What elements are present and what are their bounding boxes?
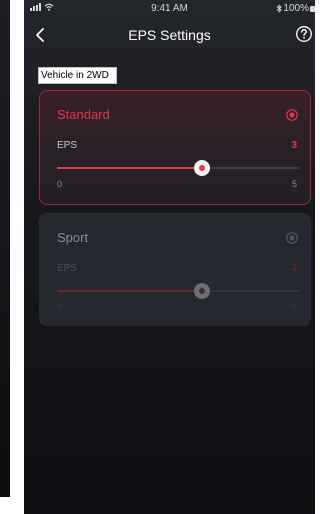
nav-bar: EPS Settings: [24, 18, 315, 52]
app-screen: 9:41 AM 100% EPS Settings Vehicle in 2WD…: [24, 0, 315, 514]
mode-card-standard[interactable]: Standard EPS 3 0 5: [39, 90, 311, 205]
slider-fill: [57, 167, 203, 169]
eps-value: 3: [291, 263, 297, 274]
eps-slider[interactable]: [57, 160, 299, 176]
status-right: 100%: [276, 3, 315, 14]
page-title: EPS Settings: [128, 27, 211, 43]
eps-slider[interactable]: [57, 283, 299, 299]
range-min-label: 0: [57, 179, 63, 189]
eps-value: 3: [291, 140, 297, 151]
screenshot-stage: 9:41 AM 100% EPS Settings Vehicle in 2WD…: [0, 0, 315, 514]
slider-thumb[interactable]: [194, 283, 211, 299]
range-max-label: 5: [291, 179, 297, 189]
drive-mode-label: Vehicle in 2WD: [38, 67, 117, 84]
battery-icon: [310, 5, 315, 12]
status-bar: 9:41 AM 100%: [24, 0, 315, 18]
status-time: 9:41 AM: [151, 3, 188, 14]
slider-thumb[interactable]: [194, 160, 211, 176]
help-question-icon[interactable]: [295, 25, 313, 43]
radio-unselected-icon[interactable]: [286, 231, 298, 244]
bluetooth-icon: [276, 4, 283, 13]
range-max-label: 5: [291, 302, 297, 312]
range-min-label: 0: [57, 302, 63, 312]
eps-label: EPS: [57, 140, 78, 151]
mode-title: Sport: [57, 230, 89, 245]
battery-percent: 100%: [283, 3, 309, 14]
radio-selected-icon[interactable]: [286, 108, 298, 121]
slider-fill: [57, 290, 203, 292]
eps-label: EPS: [57, 263, 78, 274]
mode-card-sport[interactable]: Sport EPS 3 0 5: [39, 213, 311, 326]
previous-screen-edge: [0, 0, 10, 497]
mode-title: Standard: [57, 107, 110, 122]
